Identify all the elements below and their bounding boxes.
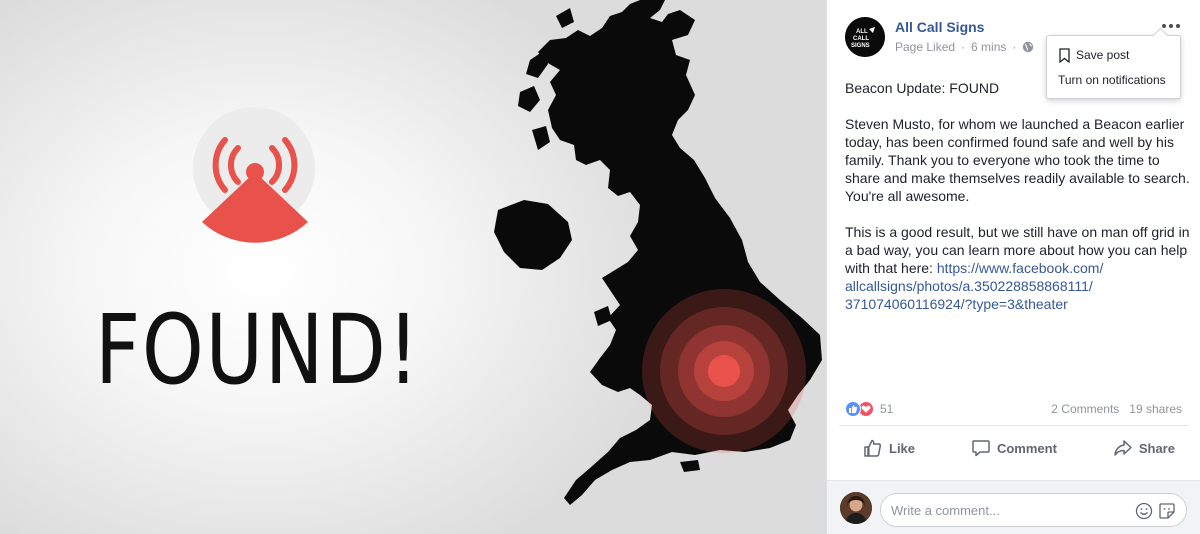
globe-icon[interactable] [1022, 41, 1034, 53]
comment-label: Comment [996, 440, 1057, 456]
shares-count-link[interactable]: 19 shares [1129, 402, 1182, 416]
more-dot-icon [1162, 24, 1166, 28]
engagement-counts: 2 Comments 19 shares [1051, 402, 1182, 416]
page-avatar[interactable]: ALL CALL SIGNS [845, 17, 885, 57]
post-paragraph: Steven Musto, for whom we launched a Bea… [845, 116, 1190, 204]
divider [839, 425, 1189, 426]
meta-separator: · [961, 40, 966, 54]
post-timestamp[interactable]: 6 mins [971, 40, 1006, 54]
post-panel: ALL CALL SIGNS All Call Signs Page Liked… [826, 0, 1200, 534]
post-meta: Page Liked · 6 mins · [895, 40, 1034, 54]
like-reaction-icon [845, 401, 861, 417]
post-paragraph: Beacon Update: FOUND [845, 80, 1000, 96]
reaction-count[interactable]: 51 [880, 402, 893, 416]
post-paragraph: This is a good result, but we still have… [845, 223, 1190, 313]
thumbs-up-icon [864, 439, 882, 457]
sticker-icon[interactable] [1158, 502, 1176, 520]
like-label: Like [889, 440, 916, 456]
comment-button[interactable]: Comment [971, 430, 1057, 466]
post-text: Beacon Update: FOUND Steven Musto, for w… [845, 79, 1190, 331]
menu-item-save-post[interactable]: Save post [1047, 43, 1180, 67]
svg-text:CALL: CALL [853, 36, 869, 42]
menu-item-label: Save post [1076, 48, 1130, 62]
found-headline: FOUND! [95, 294, 421, 406]
more-dot-icon [1176, 24, 1180, 28]
reaction-icons[interactable] [845, 401, 874, 417]
bookmark-icon [1059, 47, 1070, 63]
share-arrow-icon [1114, 440, 1132, 456]
meta-separator-2: · [1012, 40, 1017, 54]
like-button[interactable]: Like [863, 430, 915, 466]
user-avatar[interactable] [840, 492, 872, 524]
post-actions: Like Comment Share [839, 430, 1189, 466]
emoji-icon[interactable] [1135, 502, 1153, 520]
more-dot-icon [1169, 24, 1173, 28]
share-label: Share [1138, 440, 1175, 456]
reactions-summary: 51 2 Comments 19 shares [845, 399, 1182, 419]
post-photo[interactable]: FOUND! [0, 0, 826, 534]
svg-text:ALL: ALL [856, 29, 868, 35]
comments-count-link[interactable]: 2 Comments [1051, 402, 1119, 416]
beacon-icon [202, 137, 308, 243]
comment-composer [827, 480, 1200, 534]
svg-text:SIGNS: SIGNS [851, 43, 870, 49]
page-name-link[interactable]: All Call Signs [895, 19, 984, 35]
comment-bubble-icon [972, 440, 990, 457]
page-liked-status[interactable]: Page Liked [895, 40, 955, 54]
share-button[interactable]: Share [1113, 430, 1175, 466]
uk-map [490, 0, 826, 534]
